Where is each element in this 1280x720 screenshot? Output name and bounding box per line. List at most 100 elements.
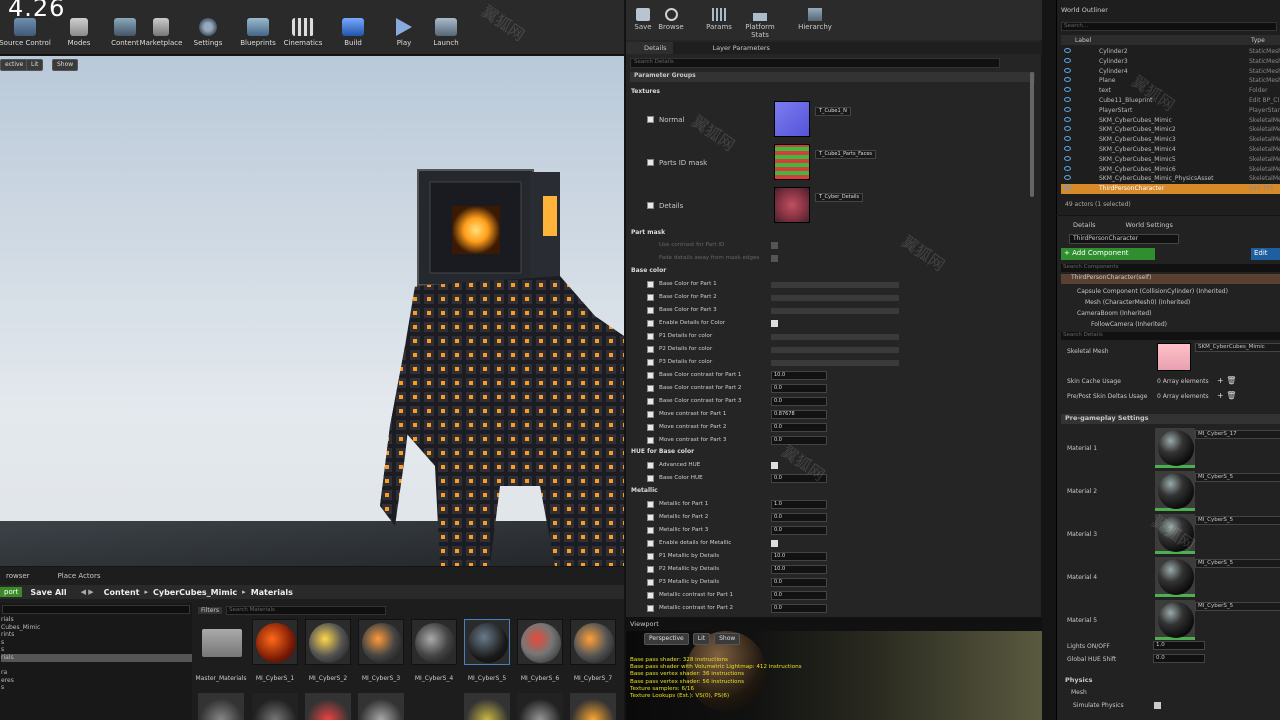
param-checkbox[interactable]	[771, 255, 778, 262]
override-checkbox[interactable]	[647, 385, 654, 392]
outliner-row[interactable]: Cylinder4 StaticMesh	[1061, 67, 1280, 77]
override-checkbox[interactable]	[647, 501, 654, 508]
details-search-input[interactable]: Search Details	[1061, 332, 1280, 340]
visibility-eye-icon[interactable]	[1064, 97, 1071, 102]
outliner-row[interactable]: Cylinder2 StaticMesh	[1061, 47, 1280, 57]
add-component-button[interactable]: + Add Component	[1061, 248, 1155, 260]
build-button[interactable]: Build	[328, 18, 378, 52]
override-checkbox[interactable]	[647, 398, 654, 405]
outliner-row[interactable]: SKM_CyberCubes_Mimic5 SkeletalMe	[1061, 155, 1280, 165]
level-viewport[interactable]: ective Lit Show	[0, 56, 624, 566]
hue-shift-input[interactable]: 0.0	[1153, 654, 1205, 663]
perspective-button[interactable]: ective	[0, 59, 29, 71]
override-checkbox[interactable]	[647, 116, 654, 123]
tree-item[interactable]: rials	[1, 616, 192, 624]
visibility-eye-icon[interactable]	[1064, 77, 1071, 83]
param-value-input[interactable]: 10.0	[771, 552, 827, 561]
perspective-button[interactable]: Perspective	[644, 633, 689, 645]
simulate-physics-checkbox[interactable]	[1154, 702, 1161, 709]
save-all-button[interactable]: Save All	[30, 588, 66, 597]
color-swatch[interactable]	[771, 360, 899, 366]
details-search-input[interactable]: Search Details	[630, 58, 1000, 68]
param-checkbox[interactable]	[771, 462, 778, 469]
tree-item-selected[interactable]: rials	[1, 653, 192, 662]
launch-button[interactable]: Launch	[421, 18, 471, 52]
show-button[interactable]: Show	[52, 59, 79, 71]
breadcrumb-cybercubes[interactable]: CyberCubes_Mimic	[153, 588, 237, 597]
cinematics-button[interactable]: Cinematics	[278, 18, 328, 52]
asset-thumb[interactable]	[305, 619, 351, 665]
tab-details[interactable]: Details	[626, 42, 673, 54]
visibility-eye-icon[interactable]	[1064, 48, 1071, 53]
asset-thumb[interactable]	[570, 619, 616, 665]
override-checkbox[interactable]	[647, 159, 654, 166]
physics-section[interactable]: Physics	[1065, 676, 1092, 684]
component-item[interactable]: Mesh (CharacterMesh0) (Inherited)	[1085, 299, 1190, 306]
outliner-row[interactable]: SKM_CyberCubes_Mimic2 SkeletalMe	[1061, 125, 1280, 135]
override-checkbox[interactable]	[647, 424, 654, 431]
add-element-icon[interactable]: + 🗑	[1217, 391, 1236, 400]
asset-thumb[interactable]	[570, 693, 616, 720]
tree-item[interactable]: ra	[1, 669, 192, 677]
asset-thumb[interactable]	[517, 693, 563, 720]
outliner-row[interactable]: Plane StaticMesh	[1061, 76, 1280, 86]
asset-thumb[interactable]	[252, 619, 298, 665]
outliner-row[interactable]: Cube11_Blueprint Edit BP_Cl	[1061, 96, 1280, 106]
asset-search-input[interactable]: Search Materials	[226, 605, 386, 615]
skeletal-mesh-select[interactable]: SKM_CyberCubes_Mimic	[1195, 343, 1280, 352]
override-checkbox[interactable]	[647, 592, 654, 599]
textures-section[interactable]: Textures	[631, 88, 660, 95]
lights-input[interactable]: 1.0	[1153, 641, 1205, 650]
material-select[interactable]: MI_CyberS_5	[1195, 559, 1280, 568]
tree-item[interactable]: Cubes_Mimic	[1, 624, 192, 632]
world-outliner-tab[interactable]: World Outliner	[1061, 6, 1108, 14]
asset-thumb[interactable]	[411, 619, 457, 665]
tab-place-actors[interactable]: Place Actors	[52, 572, 107, 580]
asset-thumb[interactable]	[464, 693, 510, 720]
param-value-input[interactable]: 10.0	[771, 565, 827, 574]
outliner-row[interactable]: text Folder	[1061, 86, 1280, 96]
lit-button[interactable]: Lit	[26, 59, 44, 71]
asset-thumb-master-materials[interactable]	[198, 619, 244, 665]
component-item[interactable]: FollowCamera (Inherited)	[1091, 321, 1167, 328]
mesh-subsection[interactable]: Mesh	[1071, 689, 1087, 696]
texture-thumbnail[interactable]	[774, 144, 810, 180]
asset-thumb[interactable]	[305, 693, 351, 720]
component-self[interactable]: ThirdPersonCharacter(self)	[1061, 274, 1280, 284]
param-value-input[interactable]: 0.0	[771, 423, 827, 432]
param-checkbox[interactable]	[771, 540, 778, 547]
nav-back-icon[interactable]: ◀ ▶	[81, 588, 94, 596]
texture-thumbnail[interactable]	[774, 101, 810, 137]
blueprints-button[interactable]: Blueprints	[233, 18, 283, 52]
param-value-input[interactable]: 0.0	[771, 384, 827, 393]
override-checkbox[interactable]	[647, 294, 654, 301]
asset-thumb[interactable]	[198, 693, 244, 720]
override-checkbox[interactable]	[647, 346, 654, 353]
visibility-eye-icon[interactable]	[1064, 185, 1071, 191]
override-checkbox[interactable]	[647, 540, 654, 547]
material-select[interactable]: MI_CyberS_5	[1195, 473, 1280, 482]
param-value-input[interactable]: 0.0	[771, 591, 827, 600]
tab-layer-parameters[interactable]: Layer Parameters	[713, 44, 770, 52]
override-checkbox[interactable]	[647, 372, 654, 379]
texture-select[interactable]: T_Cyber_Details	[815, 193, 864, 202]
outliner-row[interactable]: PlayerStart PlayerStart	[1061, 106, 1280, 116]
param-value-input[interactable]: 1.0	[771, 500, 827, 509]
filters-button[interactable]: Filters	[198, 606, 222, 614]
param-value-input[interactable]: 0.0	[771, 604, 827, 613]
param-checkbox[interactable]	[771, 242, 778, 249]
material-select[interactable]: MI_CyberS_5	[1195, 516, 1280, 525]
param-value-input[interactable]: 0.0	[771, 526, 827, 535]
visibility-eye-icon[interactable]	[1064, 136, 1071, 142]
color-swatch[interactable]	[771, 308, 899, 314]
override-checkbox[interactable]	[647, 333, 654, 340]
visibility-eye-icon[interactable]	[1064, 175, 1071, 181]
asset-thumb-selected[interactable]	[464, 619, 510, 665]
hue-section[interactable]: HUE for Base color	[631, 448, 694, 455]
override-checkbox[interactable]	[647, 553, 654, 560]
tree-item[interactable]: s	[1, 639, 192, 647]
texture-select[interactable]: T_Cube1_N	[815, 107, 851, 116]
breadcrumb-content[interactable]: Content	[104, 588, 140, 597]
override-checkbox[interactable]	[647, 202, 654, 209]
skeletal-mesh-thumbnail[interactable]	[1157, 343, 1191, 371]
